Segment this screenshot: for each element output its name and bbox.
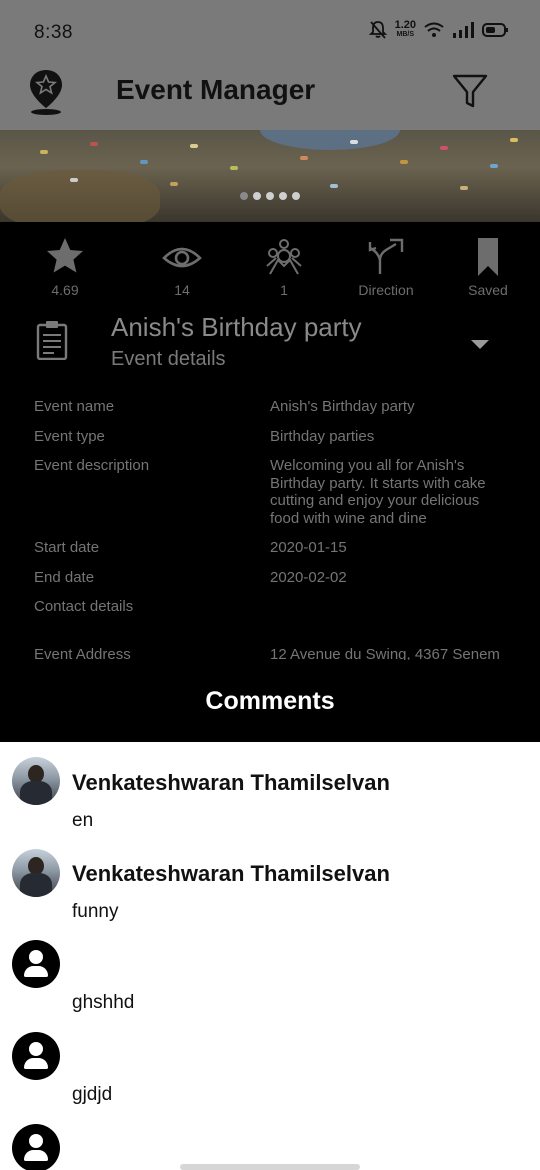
detail-row: Start date 2020-01-15 (34, 539, 504, 557)
saved-button[interactable]: Saved (448, 236, 528, 298)
views-count: 14 (174, 282, 190, 298)
detail-value: Anish's Birthday party (270, 398, 415, 415)
clipboard-icon (36, 321, 68, 360)
location-star-logo-icon (30, 70, 62, 115)
comment-text: funny (72, 901, 119, 922)
rating-value: 4.69 (51, 282, 79, 298)
people-icon (266, 239, 302, 275)
default-avatar-icon (12, 940, 60, 988)
home-indicator[interactable] (180, 1164, 360, 1170)
comments-sheet[interactable]: Venkateshwaran Thamilselvan en Venkatesh… (0, 742, 540, 1170)
detail-value: 2020-01-15 (270, 539, 347, 556)
detail-row: Event type Birthday parties (34, 428, 504, 446)
detail-row: End date 2020-02-02 (34, 569, 504, 587)
default-avatar-icon (12, 1124, 60, 1170)
carousel-dot[interactable] (253, 192, 261, 200)
status-bar: 8:38 1.20 MB/S (0, 0, 540, 64)
detail-key: Event name (34, 398, 115, 415)
star-icon (47, 238, 83, 273)
event-details-header[interactable]: Anish's Birthday party Event details (0, 310, 540, 380)
comment-item: ghshhd (0, 924, 540, 1014)
net-speed: 1.20 MB/S (394, 19, 416, 39)
comment-text: ghshhd (72, 992, 135, 1013)
rating-stat[interactable]: 4.69 (25, 236, 105, 298)
detail-key: Start date (34, 539, 100, 556)
attendees-count: 1 (280, 282, 288, 298)
carousel-dot[interactable] (240, 192, 248, 200)
carousel-dot[interactable] (279, 192, 287, 200)
comments-title: Comments (205, 687, 335, 715)
bookmark-icon (478, 238, 498, 276)
app-title: Event Manager (116, 74, 316, 105)
comment-author: Venkateshwaran Thamilselvan (72, 770, 390, 795)
comments-header: Comments (0, 660, 540, 742)
direction-icon (368, 238, 404, 274)
detail-row: Event Address 12 Avenue du Swing, 4367 S… (34, 646, 504, 661)
detail-value: Welcoming you all for Anish's Birthday p… (270, 457, 486, 527)
carousel-dot[interactable] (266, 192, 274, 200)
attendees-stat[interactable]: 1 (244, 236, 324, 298)
net-speed-unit: MB/S (396, 31, 415, 38)
carousel-indicator[interactable] (0, 192, 540, 200)
detail-value (270, 598, 500, 616)
direction-button[interactable]: Direction (346, 236, 426, 298)
comment-item: Venkateshwaran Thamilselvan en (0, 742, 540, 832)
detail-row: Event name Anish's Birthday party (34, 398, 504, 416)
default-avatar-icon (12, 1032, 60, 1080)
avatar (12, 757, 60, 805)
comment-author: Venkateshwaran Thamilselvan (72, 861, 390, 886)
detail-value: 12 Avenue du Swing, 4367 Senem (270, 645, 500, 661)
detail-key: Contact details (34, 598, 134, 615)
expand-caret-icon[interactable] (471, 340, 489, 349)
avatar (12, 849, 60, 897)
comment-item: Venkateshwaran Thamilselvan funny (0, 833, 540, 923)
event-subtitle: Event details (111, 348, 226, 370)
event-stats: 4.69 14 1 Direction Saved (0, 236, 540, 302)
event-image-carousel[interactable] (0, 130, 540, 222)
banner-decor (260, 130, 400, 150)
event-title: Anish's Birthday party (111, 312, 362, 342)
detail-key: End date (34, 568, 95, 586)
battery-icon (482, 23, 508, 37)
app-bar: Event Manager (0, 64, 540, 130)
bell-muted-icon (368, 21, 387, 39)
event-details-table: Event name Anish's Birthday party Event … (34, 398, 504, 660)
detail-row: Contact details (34, 598, 504, 616)
detail-key: Event Address (34, 645, 131, 661)
signal-icon (453, 22, 474, 38)
detail-key: Event type (34, 427, 105, 445)
carousel-dot[interactable] (292, 192, 300, 200)
eye-icon (162, 247, 202, 268)
net-speed-value: 1.20 (394, 19, 416, 31)
detail-value: 2020-02-02 (270, 568, 347, 586)
direction-label: Direction (358, 282, 414, 298)
filter-icon[interactable] (450, 70, 490, 110)
views-stat[interactable]: 14 (142, 236, 222, 298)
comment-text: gjdjd (72, 1084, 113, 1105)
comment-item: gjdjd (0, 1016, 540, 1106)
comment-item (0, 1108, 540, 1170)
wifi-icon (424, 22, 444, 37)
detail-value: Birthday parties (270, 427, 375, 445)
saved-label: Saved (468, 282, 508, 298)
detail-row: Event description Welcoming you all for … (34, 457, 504, 527)
status-time: 8:38 (34, 22, 73, 43)
detail-key: Event description (34, 457, 150, 474)
status-icons: 1.20 MB/S (368, 19, 510, 40)
comment-text: en (72, 810, 94, 831)
